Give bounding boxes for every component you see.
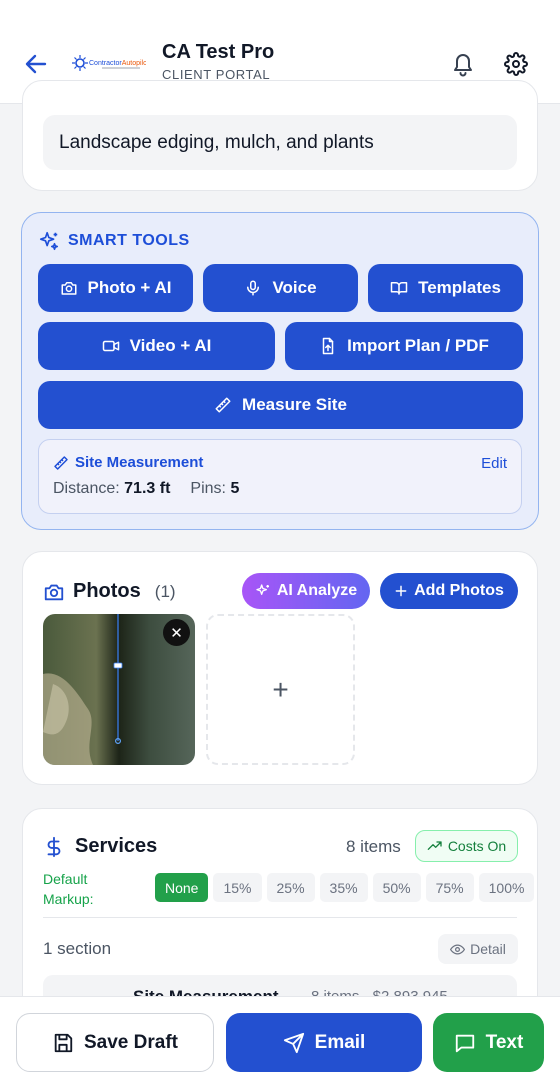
video-ai-button[interactable]: Video + AI xyxy=(38,322,275,370)
dollar-icon xyxy=(47,836,61,857)
file-upload-icon xyxy=(322,337,334,355)
markup-chip-100[interactable]: 100% xyxy=(478,873,535,902)
markup-chip-25[interactable]: 25% xyxy=(266,873,315,902)
sparkles-icon xyxy=(39,231,59,251)
svg-text:ContractorAutopilot: ContractorAutopilot xyxy=(89,60,146,67)
services-item-count: 8 items xyxy=(346,837,401,856)
remove-photo-button[interactable]: ✕ xyxy=(163,619,190,646)
save-icon xyxy=(54,1033,73,1052)
send-icon xyxy=(283,1032,304,1053)
ai-analyze-button[interactable]: AI Analyze xyxy=(242,573,370,609)
import-plan-button[interactable]: Import Plan / PDF xyxy=(285,322,523,370)
site-measurement-title: Site Measurement xyxy=(75,454,204,471)
voice-label: Voice xyxy=(272,278,317,297)
project-description-input[interactable] xyxy=(43,115,517,170)
trending-up-icon xyxy=(427,841,442,850)
save-draft-button[interactable]: Save Draft xyxy=(16,1013,214,1072)
markup-chip-75[interactable]: 75% xyxy=(425,873,474,902)
gear-icon[interactable] xyxy=(504,52,528,76)
plus-icon xyxy=(395,585,407,597)
camera-icon xyxy=(44,584,64,600)
measurement-values: Distance: 71.3 ft Pins: 5 xyxy=(53,480,239,498)
default-markup-label: Default Markup: xyxy=(43,869,94,909)
email-label: Email xyxy=(314,1031,366,1053)
templates-label: Templates xyxy=(418,278,501,297)
photo-ai-label: Photo + AI xyxy=(87,278,172,297)
voice-button[interactable]: Voice xyxy=(203,264,358,312)
bell-icon[interactable] xyxy=(450,50,476,78)
ai-analyze-label: AI Analyze xyxy=(276,582,358,599)
photos-card: Photos (1) AI Analyze Add Photos ✕ + xyxy=(22,551,538,785)
photos-title: Photos xyxy=(73,580,141,602)
page-title: CA Test Pro xyxy=(162,41,275,63)
eye-icon xyxy=(450,943,466,955)
pins-value: 5 xyxy=(230,480,240,497)
default-markup-line2: Markup: xyxy=(43,891,94,907)
markup-options: None 15% 25% 35% 50% 75% 100% xyxy=(155,873,535,902)
site-measurement-summary: Site Measurement Edit Distance: 71.3 ft … xyxy=(38,439,522,514)
video-camera-icon xyxy=(102,340,119,352)
save-draft-label: Save Draft xyxy=(84,1031,178,1053)
smart-tools-title: SMART TOOLS xyxy=(68,232,190,249)
measure-site-label: Measure Site xyxy=(242,395,347,414)
message-icon xyxy=(455,1034,474,1052)
add-photo-tile[interactable]: + xyxy=(206,614,355,765)
video-ai-label: Video + AI xyxy=(129,336,212,355)
markup-chip-none[interactable]: None xyxy=(155,873,209,902)
pins-readout: Pins: 5 xyxy=(190,480,239,498)
distance-label: Distance: xyxy=(53,480,120,497)
services-title: Services xyxy=(75,835,158,857)
markup-chip-15[interactable]: 15% xyxy=(213,873,262,902)
smart-tools-panel: SMART TOOLS Photo + AI Voice Templates V… xyxy=(21,212,539,530)
add-photos-button[interactable]: Add Photos xyxy=(380,573,518,609)
services-divider xyxy=(43,917,517,918)
ruler-icon xyxy=(215,397,231,413)
site-measurement-header: Site Measurement xyxy=(53,454,203,471)
photos-count: (1) xyxy=(154,581,176,601)
back-arrow-icon[interactable] xyxy=(22,50,50,78)
pins-label: Pins: xyxy=(190,480,226,497)
detail-label: Detail xyxy=(470,941,506,957)
default-markup-line1: Default xyxy=(43,871,88,887)
edit-measurement-link[interactable]: Edit xyxy=(481,455,507,472)
distance-readout: Distance: 71.3 ft xyxy=(53,480,170,498)
camera-icon xyxy=(61,282,77,295)
measure-site-button[interactable]: Measure Site xyxy=(38,381,523,429)
text-label: Text xyxy=(485,1031,524,1053)
distance-value: 71.3 ft xyxy=(124,480,171,497)
detail-view-toggle[interactable]: Detail xyxy=(438,934,518,964)
book-open-icon xyxy=(390,282,408,295)
microphone-icon xyxy=(247,280,260,296)
add-photos-label: Add Photos xyxy=(414,582,504,599)
email-button[interactable]: Email xyxy=(226,1013,422,1072)
costs-toggle-label: Costs On xyxy=(447,838,507,854)
section-count: 1 section xyxy=(43,939,112,958)
costs-toggle[interactable]: Costs On xyxy=(415,830,518,862)
templates-button[interactable]: Templates xyxy=(368,264,523,312)
company-logo: ContractorAutopilot xyxy=(72,55,146,71)
text-button[interactable]: Text xyxy=(433,1013,544,1072)
markup-chip-50[interactable]: 50% xyxy=(372,873,421,902)
description-card xyxy=(22,80,538,191)
services-header: Services xyxy=(43,835,157,858)
photo-ai-button[interactable]: Photo + AI xyxy=(38,264,193,312)
markup-chip-35[interactable]: 35% xyxy=(319,873,368,902)
ruler-icon xyxy=(54,455,68,470)
photos-header: Photos (1) xyxy=(43,580,176,603)
sparkles-icon xyxy=(256,584,269,595)
import-plan-label: Import Plan / PDF xyxy=(347,336,489,355)
smart-tools-header: SMART TOOLS xyxy=(38,229,190,253)
bottom-action-bar: Save Draft Email Text xyxy=(0,996,560,1083)
